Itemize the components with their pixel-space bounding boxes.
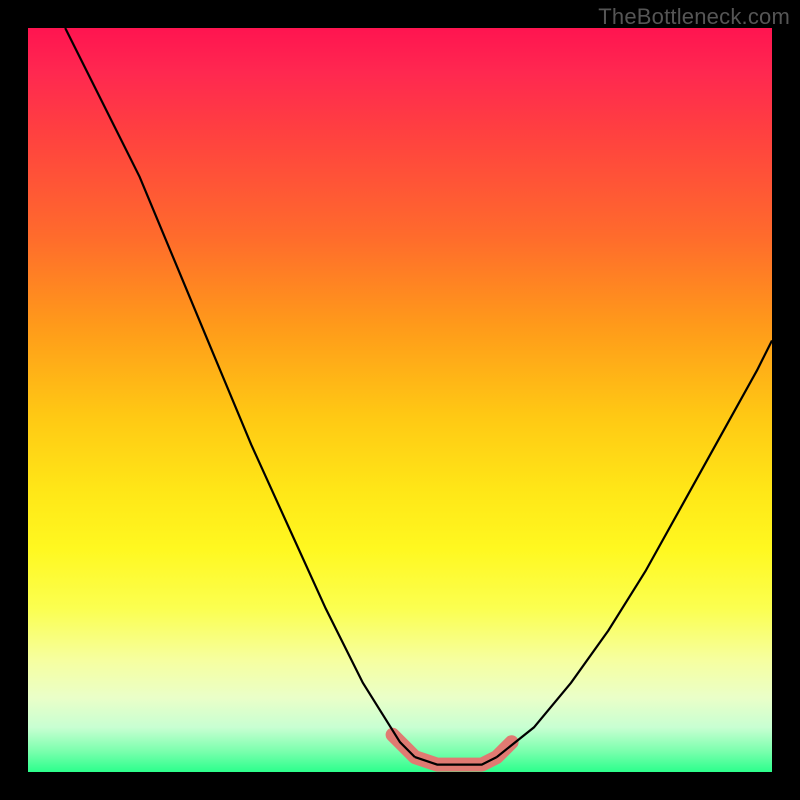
accent-valley bbox=[393, 735, 512, 765]
watermark-text: TheBottleneck.com bbox=[598, 4, 790, 30]
left-branch-curve bbox=[65, 28, 415, 757]
plot-area bbox=[28, 28, 772, 772]
right-branch-curve bbox=[497, 341, 772, 758]
chart-frame: TheBottleneck.com bbox=[0, 0, 800, 800]
curve-layer bbox=[28, 28, 772, 772]
